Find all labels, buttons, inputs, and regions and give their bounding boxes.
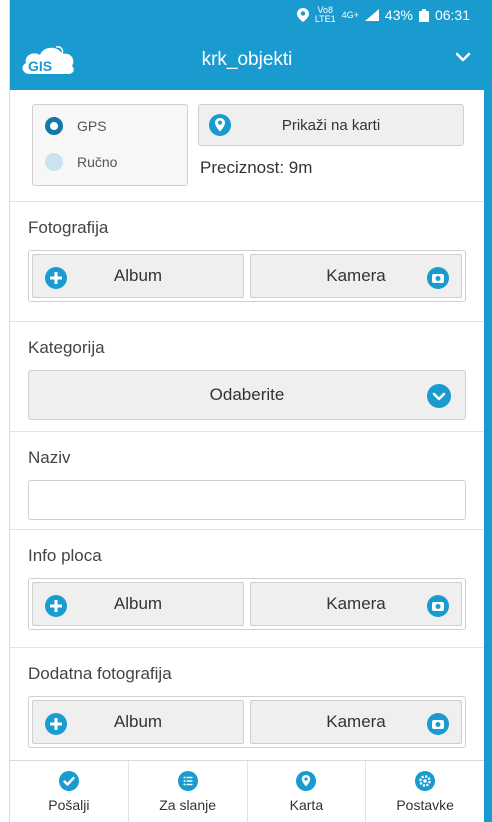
extra-photo-camera-button[interactable]: Kamera <box>250 700 462 744</box>
camera-icon <box>427 713 449 735</box>
page-title: krk_objekti <box>201 49 293 70</box>
precision-text: Preciznost: 9m <box>200 158 313 177</box>
chevron-down-icon[interactable] <box>454 48 472 66</box>
volte-indicator: Vo8 LTE1 <box>314 5 336 24</box>
nav-settings[interactable]: Postavke <box>366 761 484 822</box>
nav-queue-label: Za slanje <box>159 796 217 813</box>
nav-send[interactable]: Pošalji <box>10 761 129 822</box>
name-label: Naziv <box>28 448 71 467</box>
clock: 06:31 <box>434 7 470 23</box>
signal-icon <box>364 9 379 21</box>
nav-map-label: Karta <box>289 796 324 813</box>
photo-album-button[interactable]: Album <box>32 254 244 298</box>
map-pin-icon <box>296 770 317 791</box>
app-header: GIS krk_objekti <box>10 30 484 90</box>
photo-label: Fotografija <box>28 218 109 237</box>
extra-photo-button-group: Album Kamera <box>28 696 466 748</box>
gps-radio[interactable] <box>45 117 63 135</box>
form-content: GPS Ručno Prikaži na karti Preciznost: 9… <box>10 90 484 766</box>
status-bar: Vo8 LTE1 4G+ 43% 06:31 <box>10 0 484 30</box>
location-section: GPS Ručno Prikaži na karti Preciznost: 9… <box>10 90 484 202</box>
info-plate-camera-label: Kamera <box>326 594 386 613</box>
show-on-map-button[interactable]: Prikaži na karti <box>198 104 464 146</box>
category-select[interactable]: Odaberite <box>28 370 466 420</box>
extra-photo-album-label: Album <box>113 712 163 731</box>
manual-option[interactable]: Ručno <box>45 153 117 171</box>
info-plate-button-group: Album Kamera <box>28 578 466 630</box>
cloud-logo: GIS <box>22 46 74 74</box>
battery-percent: 43% <box>384 7 413 23</box>
info-plate-label: Info ploca <box>28 546 102 565</box>
plus-icon <box>45 267 67 289</box>
extra-photo-album-button[interactable]: Album <box>32 700 244 744</box>
extra-photo-camera-label: Kamera <box>326 712 386 731</box>
camera-icon <box>427 267 449 289</box>
battery-icon <box>418 8 429 22</box>
name-section: Naziv <box>10 432 484 530</box>
gps-option[interactable]: GPS <box>45 117 107 135</box>
camera-icon <box>427 595 449 617</box>
nav-map[interactable]: Karta <box>248 761 367 822</box>
category-section: Kategorija Odaberite <box>10 322 484 432</box>
photo-button-group: Album Kamera <box>28 250 466 302</box>
map-pin-icon <box>209 114 231 136</box>
check-icon <box>58 770 79 791</box>
plus-icon <box>45 595 67 617</box>
location-pin-icon <box>296 8 309 22</box>
nav-settings-label: Postavke <box>396 796 454 813</box>
info-plate-section: Info ploca Album Kamera <box>10 530 484 648</box>
left-frame <box>0 0 10 822</box>
category-selected-value: Odaberite <box>209 385 285 404</box>
category-label: Kategorija <box>28 338 105 357</box>
network-indicator: 4G+ <box>341 9 359 20</box>
nav-queue[interactable]: Za slanje <box>129 761 248 822</box>
location-mode-group: GPS Ručno <box>32 104 188 186</box>
list-icon <box>177 770 198 791</box>
name-input[interactable] <box>28 480 466 520</box>
gear-icon <box>415 770 436 791</box>
extra-photo-label: Dodatna fotografija <box>28 664 172 683</box>
manual-radio[interactable] <box>45 153 63 171</box>
extra-photo-section: Dodatna fotografija Album Kamera <box>10 648 484 766</box>
bottom-nav: Pošalji Za slanje Karta Postavke <box>10 760 484 822</box>
photo-section: Fotografija Album Kamera <box>10 202 484 322</box>
gps-label: GPS <box>77 118 107 134</box>
photo-camera-label: Kamera <box>326 266 386 285</box>
info-plate-camera-button[interactable]: Kamera <box>250 582 462 626</box>
show-on-map-label: Prikaži na karti <box>281 116 381 134</box>
photo-album-label: Album <box>113 266 163 285</box>
info-plate-album-button[interactable]: Album <box>32 582 244 626</box>
manual-label: Ručno <box>77 154 118 170</box>
plus-icon <box>45 713 67 735</box>
logo-text: GIS <box>28 58 52 74</box>
nav-send-label: Pošalji <box>48 796 90 813</box>
chevron-down-icon <box>427 384 451 408</box>
info-plate-album-label: Album <box>113 594 163 613</box>
photo-camera-button[interactable]: Kamera <box>250 254 462 298</box>
right-frame <box>484 0 492 822</box>
